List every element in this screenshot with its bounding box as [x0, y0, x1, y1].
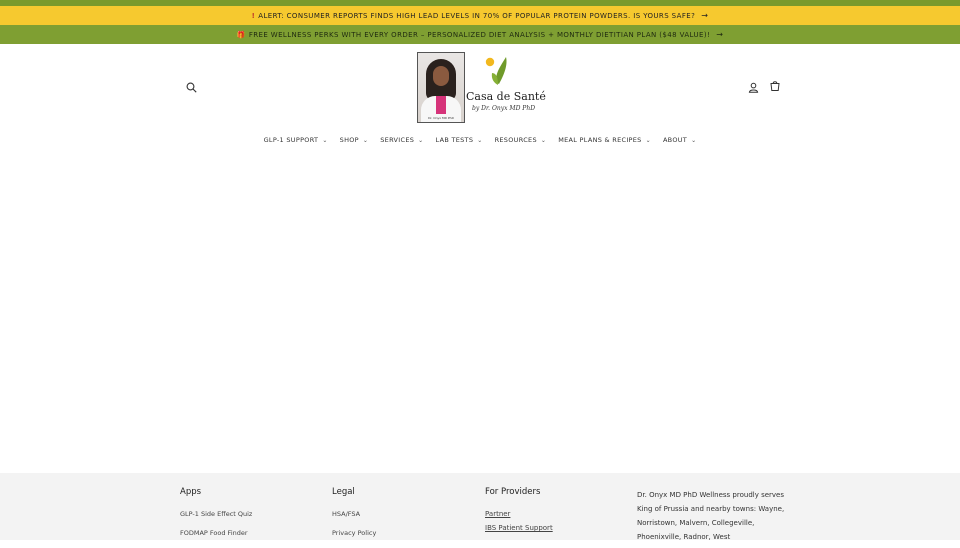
chevron-down-icon: ⌄	[540, 136, 547, 144]
arrow-right-icon[interactable]: →	[716, 30, 723, 39]
cart-icon[interactable]	[768, 79, 782, 93]
footer-column-apps: Apps GLP-1 Side Effect Quiz FODMAP Food …	[180, 487, 252, 548]
site-footer: Apps GLP-1 Side Effect Quiz FODMAP Food …	[0, 473, 960, 541]
chevron-down-icon: ⌄	[322, 136, 328, 144]
brand-name: Casa de Santé	[466, 90, 546, 103]
gift-icon: 🎁	[236, 30, 246, 39]
alert-announcement-bar[interactable]: ! ALERT: CONSUMER REPORTS FINDS HIGH LEA…	[0, 6, 960, 25]
footer-heading-apps: Apps	[180, 487, 202, 497]
main-navigation: GLP-1 SUPPORT ⌄ SHOP ⌄ SERVICES ⌄ LAB TESTS…	[0, 136, 960, 144]
chevron-down-icon: ⌄	[691, 136, 697, 144]
account-icon[interactable]	[746, 80, 760, 94]
nav-item-about[interactable]: ABOUT ⌄	[663, 136, 696, 144]
doctor-photo: Dr. Onyx MD PhD	[417, 52, 465, 123]
footer-column-providers: For Providers Partner IBS Patient Suppor…	[485, 487, 553, 538]
nav-item-shop[interactable]: SHOP ⌄	[340, 136, 369, 144]
site-logo[interactable]: Dr. Onyx MD PhD Casa de Santé by Dr. Ony…	[416, 51, 546, 123]
alert-icon: !	[251, 11, 256, 20]
nav-item-lab-tests[interactable]: LAB TESTS ⌄	[436, 136, 483, 144]
nav-item-meal-plans-recipes[interactable]: MEAL PLANS & RECIPES ⌄	[558, 136, 651, 144]
footer-heading-legal: Legal	[332, 487, 355, 497]
promo-text[interactable]: FREE WELLNESS PERKS WITH EVERY ORDER – P…	[249, 31, 710, 39]
footer-heading-providers: For Providers	[485, 487, 541, 497]
chevron-down-icon: ⌄	[362, 136, 369, 144]
arrow-right-icon[interactable]: →	[701, 11, 708, 20]
chevron-down-icon: ⌄	[418, 136, 424, 144]
alert-text[interactable]: ALERT: CONSUMER REPORTS FINDS HIGH LEAD …	[258, 12, 695, 20]
leaf-logo-icon	[485, 57, 507, 85]
footer-link-glp1-quiz[interactable]: GLP-1 Side Effect Quiz	[180, 510, 252, 518]
promo-announcement-bar[interactable]: 🎁 FREE WELLNESS PERKS WITH EVERY ORDER –…	[0, 25, 960, 44]
footer-link-partner[interactable]: Partner	[485, 510, 553, 518]
nav-item-resources[interactable]: RESOURCES ⌄	[495, 136, 547, 144]
footer-link-hsa-fsa[interactable]: HSA/FSA	[332, 510, 376, 518]
footer-link-privacy-policy[interactable]: Privacy Policy	[332, 529, 376, 537]
nav-item-services[interactable]: SERVICES ⌄	[380, 136, 423, 144]
nav-item-glp1-support[interactable]: GLP-1 SUPPORT ⌄	[264, 136, 328, 144]
footer-link-ibs-support[interactable]: IBS Patient Support	[485, 524, 553, 532]
brand-subtitle: by Dr. Onyx MD PhD	[472, 105, 536, 112]
footer-link-fodmap-finder[interactable]: FODMAP Food Finder	[180, 529, 252, 537]
chevron-down-icon: ⌄	[477, 136, 483, 144]
chevron-down-icon: ⌄	[645, 136, 651, 144]
footer-service-area-text: Dr. Onyx MD PhD Wellness proudly serves …	[637, 491, 785, 541]
search-icon[interactable]	[184, 80, 198, 94]
photo-caption: Dr. Onyx MD PhD	[428, 116, 454, 120]
footer-column-legal: Legal HSA/FSA Privacy Policy	[332, 487, 376, 548]
site-header: Dr. Onyx MD PhD Casa de Santé by Dr. Ony…	[0, 44, 960, 159]
